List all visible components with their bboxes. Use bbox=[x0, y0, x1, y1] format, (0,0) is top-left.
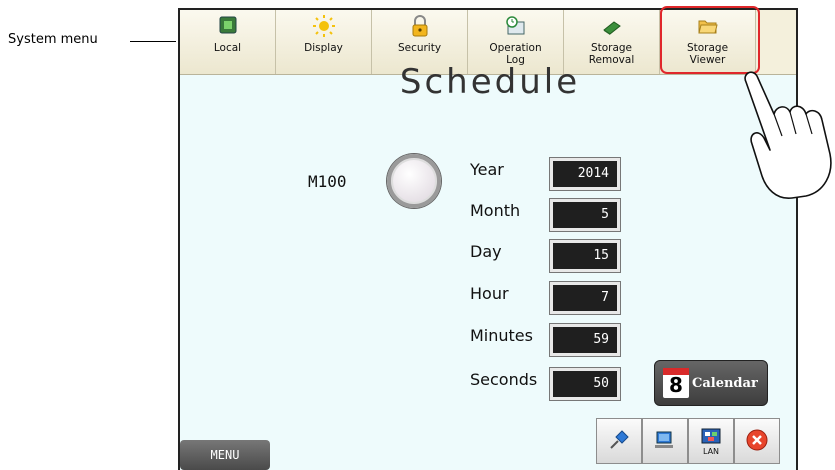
system-tray: LAN bbox=[596, 418, 780, 464]
month-label: Month bbox=[470, 201, 521, 220]
minutes-display: 59 bbox=[549, 323, 621, 357]
seconds-display: 50 bbox=[549, 367, 621, 401]
menu-display-label: Display bbox=[304, 42, 343, 54]
system-menu-callout-label: System menu bbox=[8, 32, 98, 47]
local-icon bbox=[219, 14, 237, 38]
hour-label: Hour bbox=[470, 284, 509, 303]
menu-display-button[interactable]: Display bbox=[276, 10, 372, 74]
menu-storage-viewer-label: Storage Viewer bbox=[686, 42, 729, 66]
menu-local-button[interactable]: Local bbox=[180, 10, 276, 74]
menu-local-label: Local bbox=[213, 42, 242, 54]
menu-button[interactable]: MENU bbox=[180, 440, 270, 470]
m100-lamp[interactable] bbox=[387, 154, 441, 208]
pushpin-button[interactable] bbox=[596, 418, 642, 464]
day-label: Day bbox=[470, 242, 502, 261]
menu-storage-removal-label: Storage Removal bbox=[588, 42, 635, 66]
sun-icon bbox=[312, 14, 336, 38]
close-icon bbox=[745, 428, 769, 454]
network-computer-icon bbox=[653, 428, 677, 454]
storage-removal-icon bbox=[601, 14, 623, 38]
lamp-label: M100 bbox=[308, 172, 347, 191]
calendar-icon: 8 bbox=[663, 368, 689, 398]
day-display: 15 bbox=[549, 239, 621, 273]
lan-icon bbox=[700, 427, 722, 447]
network-button[interactable] bbox=[642, 418, 688, 464]
year-display: 2014 bbox=[549, 157, 621, 191]
folder-icon bbox=[697, 14, 719, 38]
minutes-label: Minutes bbox=[470, 326, 533, 345]
clock-log-icon bbox=[505, 14, 527, 38]
year-label: Year bbox=[470, 160, 504, 179]
lan-button[interactable]: LAN bbox=[688, 418, 734, 464]
close-button[interactable] bbox=[734, 418, 780, 464]
month-display: 5 bbox=[549, 198, 621, 232]
calendar-button[interactable]: 8 Calendar bbox=[654, 360, 768, 406]
lan-label: LAN bbox=[702, 446, 720, 456]
callout-line bbox=[130, 41, 176, 42]
menu-security-label: Security bbox=[397, 42, 442, 54]
hour-display: 7 bbox=[549, 281, 621, 315]
page-title: Schedule bbox=[399, 62, 581, 98]
hmi-screen: Local Display Security Operation Log Sto… bbox=[178, 6, 798, 470]
seconds-label: Seconds bbox=[470, 370, 538, 389]
padlock-icon bbox=[411, 14, 429, 38]
pushpin-icon bbox=[607, 428, 631, 454]
pointing-hand-icon bbox=[726, 62, 834, 206]
calendar-button-label: Calendar bbox=[692, 375, 758, 391]
